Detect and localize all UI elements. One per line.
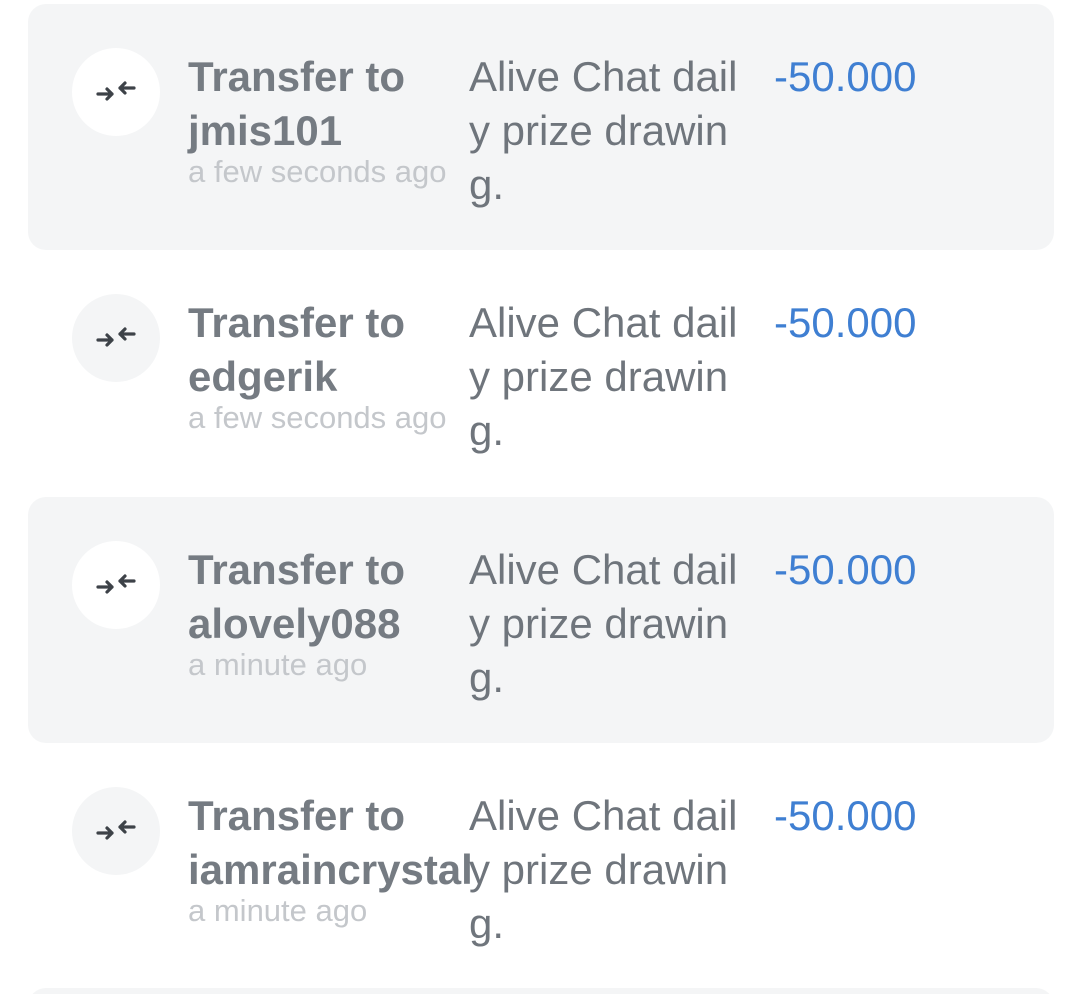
transaction-memo: Alive Chat daily prize drawing. — [469, 53, 738, 208]
transaction-row[interactable]: Transfer to iamraincrystal a minute ago … — [28, 743, 1054, 989]
transaction-time: a minute ago — [188, 647, 368, 682]
transaction-title-prefix: Transfer to — [188, 53, 406, 100]
transaction-time: a few seconds ago — [188, 154, 447, 189]
transaction-recipient[interactable]: alovely088 — [188, 597, 473, 651]
transaction-time: a few seconds ago — [188, 400, 447, 435]
transaction-amount: -50.000 — [774, 792, 917, 839]
transaction-title-prefix: Transfer to — [188, 546, 406, 593]
transfer-arrows-icon — [96, 574, 136, 594]
transaction-title: Transfer to iamraincrystal — [188, 789, 473, 897]
transaction-list: Transfer to jmis101 a few seconds ago Al… — [0, 0, 1080, 994]
transaction-title: Transfer to alovely088 — [188, 543, 473, 651]
transaction-amount: -50.000 — [774, 53, 917, 100]
transaction-title: Transfer to edgerik — [188, 296, 473, 404]
transfer-icon-badge — [72, 541, 160, 629]
transaction-title-prefix: Transfer to — [188, 299, 406, 346]
transaction-time: a minute ago — [188, 893, 368, 928]
transaction-title-prefix: Transfer to — [188, 792, 406, 839]
transfer-icon-badge — [72, 294, 160, 382]
transfer-arrows-icon — [96, 81, 136, 101]
transaction-amount: -50.000 — [774, 299, 917, 346]
transaction-amount: -50.000 — [774, 546, 917, 593]
transfer-icon-badge — [72, 787, 160, 875]
transaction-row[interactable]: Transfer to alovely088 a minute ago Aliv… — [28, 497, 1054, 743]
transfer-arrows-icon — [96, 327, 136, 347]
transaction-row[interactable]: Transfer to edgerik a few seconds ago Al… — [28, 250, 1054, 496]
transaction-recipient[interactable]: jmis101 — [188, 104, 473, 158]
transaction-recipient[interactable]: iamraincrystal — [188, 843, 473, 897]
transaction-title: Transfer to jmis101 — [188, 50, 473, 158]
transfer-icon-badge — [72, 48, 160, 136]
transaction-row[interactable]: Transfer to jmis101 a few seconds ago Al… — [28, 4, 1054, 250]
transaction-recipient[interactable]: edgerik — [188, 350, 473, 404]
transfer-arrows-icon — [96, 820, 136, 840]
transaction-row-partial[interactable] — [28, 988, 1054, 994]
transaction-memo: Alive Chat daily prize drawing. — [469, 792, 738, 947]
transaction-memo: Alive Chat daily prize drawing. — [469, 299, 738, 454]
transaction-memo: Alive Chat daily prize drawing. — [469, 546, 738, 701]
